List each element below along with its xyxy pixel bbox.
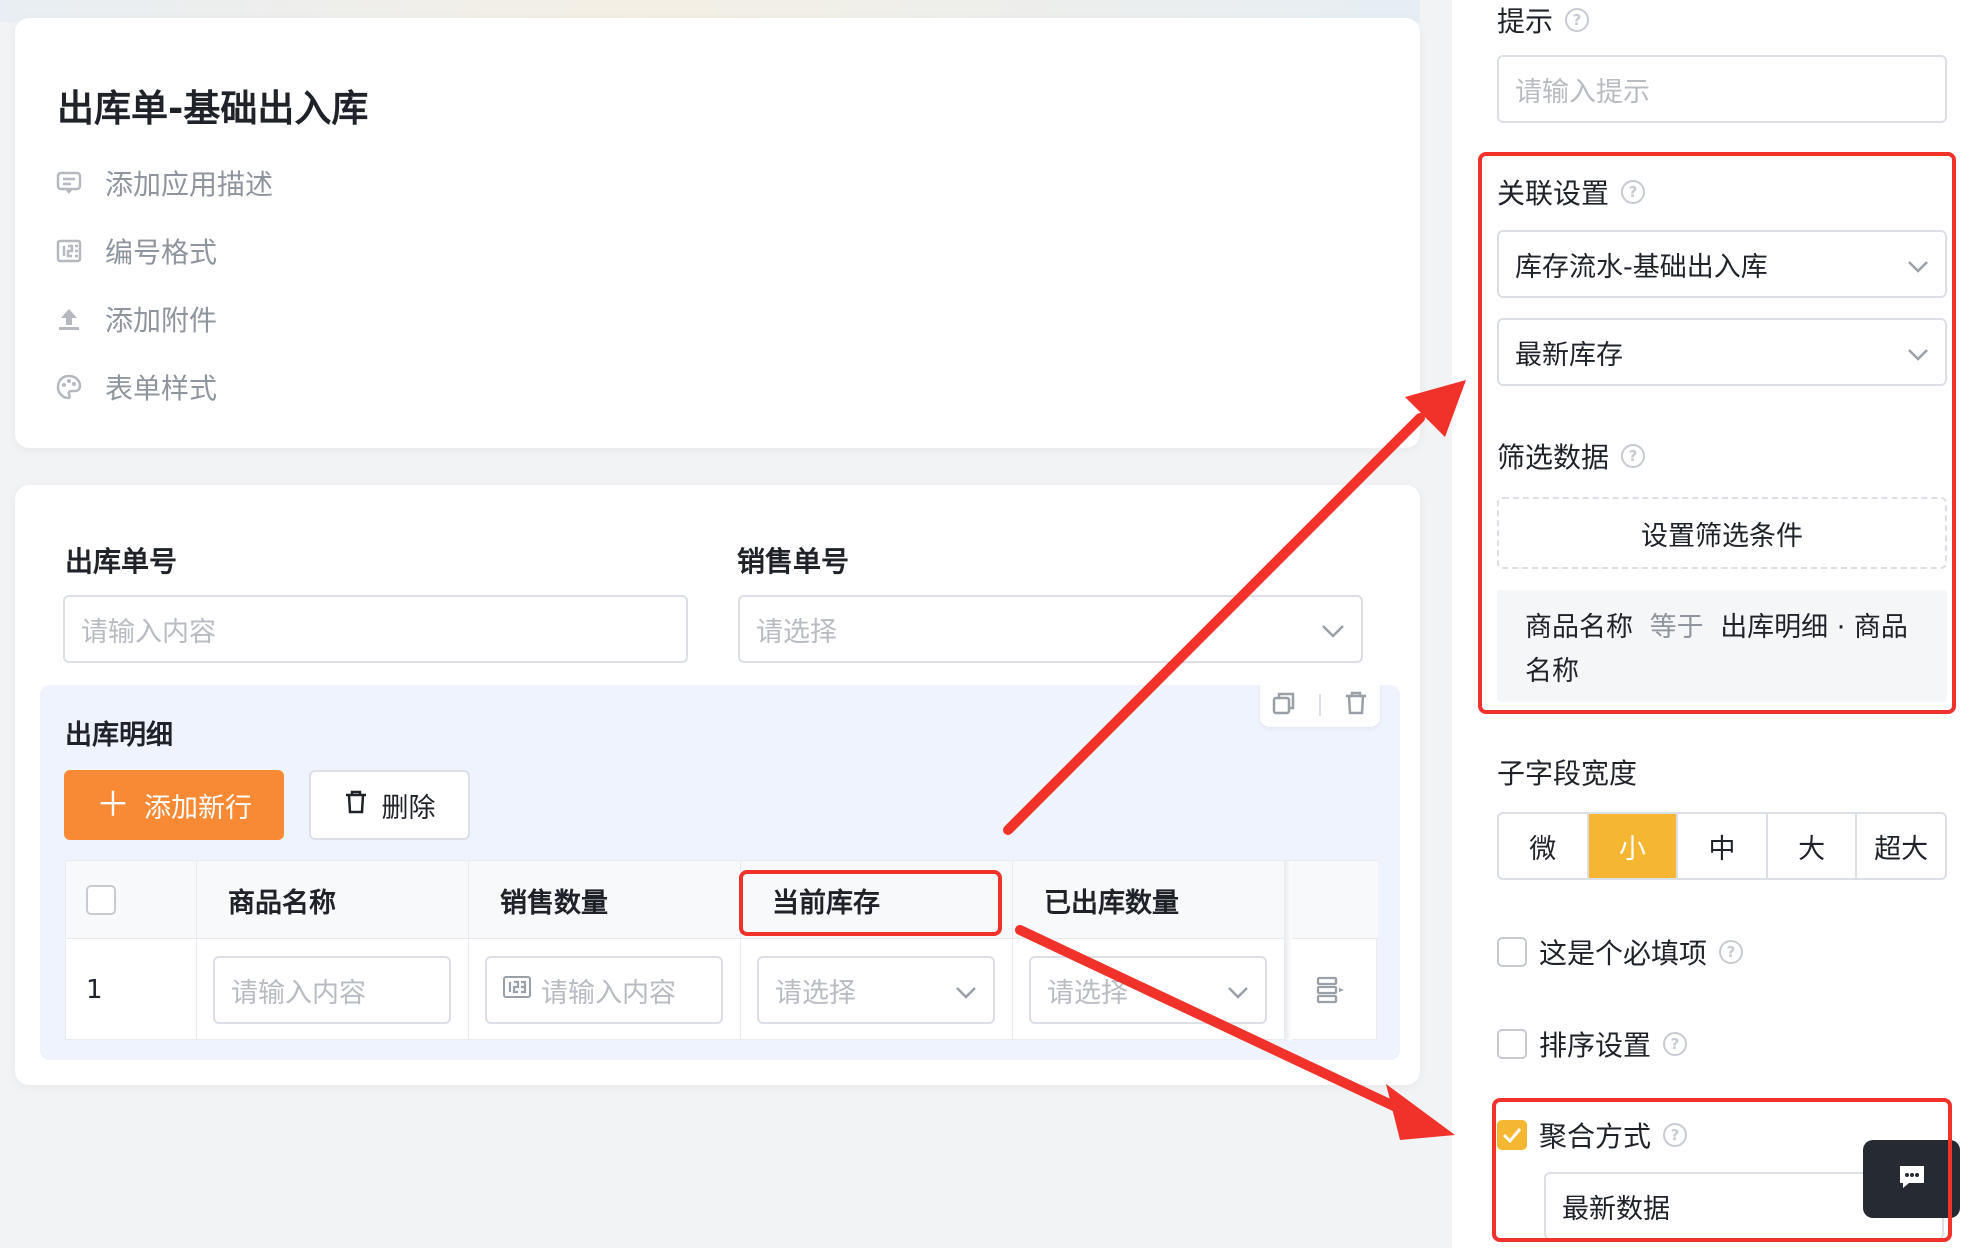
annotation-arrows [1003,380,1466,1140]
